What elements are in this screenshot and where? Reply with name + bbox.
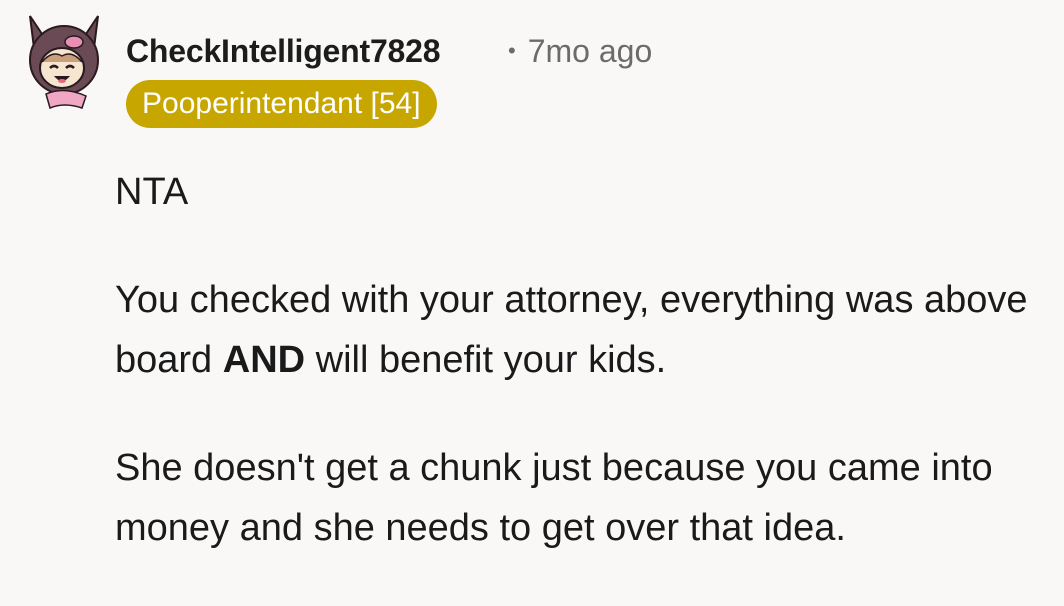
paragraph-verdict: NTA <box>115 171 189 213</box>
meta-separator: • <box>508 38 516 63</box>
user-avatar[interactable] <box>24 10 106 110</box>
paragraph-chunk: She doesn't get a chunk just because you… <box>115 447 993 549</box>
comment-body: NTA You checked with your attorney, ever… <box>115 162 1035 606</box>
paragraph-attorney-tail: will benefit your kids. <box>305 339 667 381</box>
paragraph-attorney: You checked with your attorney, everythi… <box>115 270 1035 390</box>
timestamp[interactable]: 7mo ago <box>528 33 653 69</box>
username-link[interactable]: CheckIntelligent7828 <box>126 30 441 72</box>
comment: CheckIntelligent7828 • 7mo ago Pooperinte… <box>0 0 1064 563</box>
user-flair-badge: Pooperintendant [54] <box>126 80 437 128</box>
emphasis-and: AND <box>222 339 306 381</box>
cat-hood-avatar-icon <box>29 15 99 110</box>
comment-meta: • 7mo ago <box>508 30 652 72</box>
